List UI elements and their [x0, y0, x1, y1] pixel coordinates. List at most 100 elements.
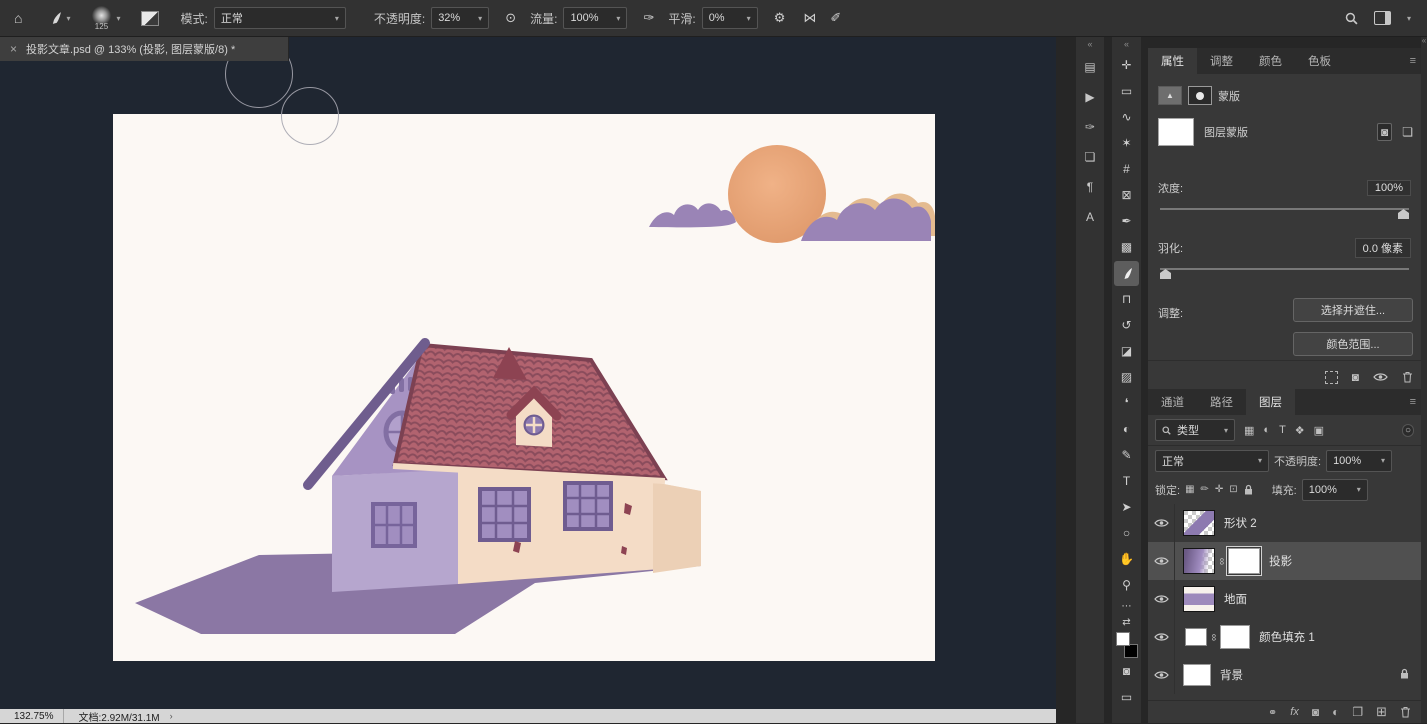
brush-preset-picker[interactable]: 125 [86, 6, 116, 31]
density-slider-knob[interactable] [1398, 209, 1409, 219]
lasso-tool[interactable]: ∿ [1114, 105, 1139, 130]
pen-tool[interactable]: ✎ [1114, 443, 1139, 468]
expand-dock-icon[interactable]: « [1076, 36, 1104, 52]
brush-preset-caret-icon[interactable]: ▾ [116, 14, 120, 23]
tab-adjustments[interactable]: 调整 [1197, 48, 1246, 74]
new-layer-icon[interactable]: ⊞ [1376, 704, 1387, 720]
screen-mode-icon[interactable]: ▭ [1114, 685, 1139, 710]
mask-link-icon[interactable]: ∞ [1216, 557, 1227, 564]
magic-wand-tool[interactable]: ✶ [1114, 131, 1139, 156]
eyedropper-tool[interactable]: ✒ [1114, 209, 1139, 234]
color-swatches[interactable] [1115, 632, 1139, 658]
layer-row-shadow[interactable]: ∞ 投影 [1148, 542, 1421, 580]
tab-color[interactable]: 颜色 [1246, 48, 1295, 74]
lock-all-icon[interactable] [1244, 484, 1253, 495]
airbrush-icon[interactable]: ✑ [643, 10, 654, 26]
lock-pixels-icon[interactable]: ✏ [1201, 484, 1209, 495]
panel-menu-icon[interactable]: ≡ [1410, 389, 1416, 415]
apply-mask-icon[interactable]: ◙ [1352, 370, 1359, 384]
new-group-icon[interactable]: ❐ [1352, 705, 1363, 719]
visibility-toggle[interactable] [1148, 618, 1175, 656]
panel-menu-icon[interactable]: ≡ [1410, 48, 1416, 74]
background-lock-icon[interactable] [1400, 666, 1409, 684]
layer-row-shape2[interactable]: 形状 2 [1148, 504, 1421, 542]
brush-tool-options-icon[interactable] [48, 11, 62, 25]
new-adjustment-layer-icon[interactable]: ◐ [1332, 705, 1339, 719]
filter-toggle-icon[interactable]: ○ [1402, 424, 1414, 437]
tab-paths[interactable]: 路径 [1197, 389, 1246, 415]
hand-tool[interactable]: ✋ [1114, 547, 1139, 572]
gear-icon[interactable]: ⚙ [774, 10, 786, 26]
lock-artboard-icon[interactable]: ⊡ [1229, 484, 1237, 495]
brush-tool-caret-icon[interactable]: ▾ [66, 14, 70, 23]
paragraph-panel-icon[interactable]: ¶ [1078, 172, 1102, 202]
layer-opacity-field[interactable]: 100% ▾ [1326, 450, 1392, 472]
lock-position-icon[interactable]: ✛ [1215, 484, 1223, 495]
filter-pixel-icon[interactable]: ▦ [1244, 424, 1254, 437]
actions-panel-icon[interactable]: ▶ [1078, 82, 1102, 112]
mask-visibility-eye-icon[interactable] [1373, 372, 1388, 382]
healing-brush-tool[interactable]: ▩ [1114, 235, 1139, 260]
layer-mask-thumbnail[interactable] [1228, 548, 1260, 574]
add-layer-mask-icon[interactable]: ◙ [1312, 705, 1319, 719]
background-color-swatch[interactable] [1124, 644, 1138, 658]
shape-tool[interactable]: ○ [1114, 521, 1139, 546]
feather-value-field[interactable]: 0.0 像素 [1355, 238, 1411, 258]
visibility-toggle[interactable] [1148, 656, 1175, 694]
mask-badge-icon[interactable]: ◙ [1377, 123, 1392, 141]
flow-field[interactable]: 100% ▾ [563, 7, 627, 29]
clone-source-icon[interactable]: ❏ [1078, 142, 1102, 172]
workspace-icon[interactable] [1374, 11, 1391, 25]
zoom-level-field[interactable]: 132.75% [0, 709, 64, 723]
layer-thumbnail[interactable] [1183, 664, 1211, 686]
layer-name[interactable]: 形状 2 [1224, 515, 1257, 531]
swap-colors-icon[interactable]: ⇄ [1114, 615, 1139, 630]
marquee-tool[interactable]: ▭ [1114, 79, 1139, 104]
status-chevron-icon[interactable]: › [170, 711, 173, 721]
canvas-area[interactable]: × 投影文章.psd @ 133% (投影, 图层蒙版/8) * [0, 36, 1056, 709]
panel-list-icon[interactable]: ▤ [1078, 52, 1102, 82]
edit-toolbar-icon[interactable]: ⋯ [1114, 599, 1139, 614]
pressure-opacity-icon[interactable]: ⊙ [505, 10, 516, 26]
opacity-field[interactable]: 32% ▾ [431, 7, 489, 29]
close-tab-icon[interactable]: × [10, 42, 17, 56]
color-range-button[interactable]: 颜色范围... [1293, 332, 1413, 356]
layer-mask-mode-icon[interactable] [1188, 86, 1212, 105]
layer-name[interactable]: 颜色填充 1 [1259, 629, 1315, 645]
quick-mask-icon[interactable]: ◙ [1114, 659, 1139, 684]
visibility-toggle[interactable] [1148, 542, 1175, 580]
search-icon[interactable] [1345, 12, 1358, 25]
feather-slider-knob[interactable] [1160, 269, 1171, 279]
lock-transparency-icon[interactable]: ▦ [1185, 484, 1194, 495]
zoom-tool[interactable]: ⚲ [1114, 573, 1139, 598]
gradient-tool[interactable]: ▨ [1114, 365, 1139, 390]
type-tool[interactable]: T [1114, 469, 1139, 494]
character-panel-icon[interactable]: A [1078, 202, 1102, 232]
expand-toolbar-icon[interactable]: « [1112, 36, 1141, 52]
filter-smart-object-icon[interactable]: ▣ [1314, 424, 1324, 437]
mask-link-icon[interactable]: ∞ [1208, 633, 1219, 640]
brush-settings-panel-icon[interactable] [141, 11, 159, 26]
layer-mask-thumbnail[interactable] [1220, 625, 1250, 649]
document-tab[interactable]: × 投影文章.psd @ 133% (投影, 图层蒙版/8) * [0, 36, 289, 61]
layer-thumbnail[interactable] [1183, 586, 1215, 612]
fill-swatch-thumbnail[interactable] [1185, 628, 1207, 646]
filter-shape-icon[interactable]: ❖ [1295, 424, 1305, 437]
feather-slider[interactable] [1160, 266, 1409, 278]
layer-row-colorfill[interactable]: ∞ 颜色填充 1 [1148, 618, 1421, 656]
frame-tool[interactable]: ⊠ [1114, 183, 1139, 208]
layer-name[interactable]: 地面 [1224, 591, 1247, 607]
smoothing-field[interactable]: 0% ▾ [702, 7, 758, 29]
collapse-dock-icon[interactable]: « [1422, 36, 1426, 45]
brush-tool[interactable] [1114, 261, 1139, 286]
layer-mask-thumbnail[interactable] [1158, 118, 1194, 146]
path-selection-tool[interactable]: ➤ [1114, 495, 1139, 520]
move-tool[interactable]: ✛ [1114, 53, 1139, 78]
layer-thumbnail[interactable] [1183, 548, 1215, 574]
layer-thumbnail[interactable] [1183, 510, 1215, 536]
filter-adjustment-icon[interactable]: ◐ [1263, 424, 1270, 436]
density-value-field[interactable]: 100% [1367, 180, 1411, 196]
brush-settings-icon[interactable]: ✑ [1078, 112, 1102, 142]
blur-tool[interactable]: ❛ [1114, 391, 1139, 416]
workspace-caret-icon[interactable]: ▾ [1407, 14, 1411, 23]
